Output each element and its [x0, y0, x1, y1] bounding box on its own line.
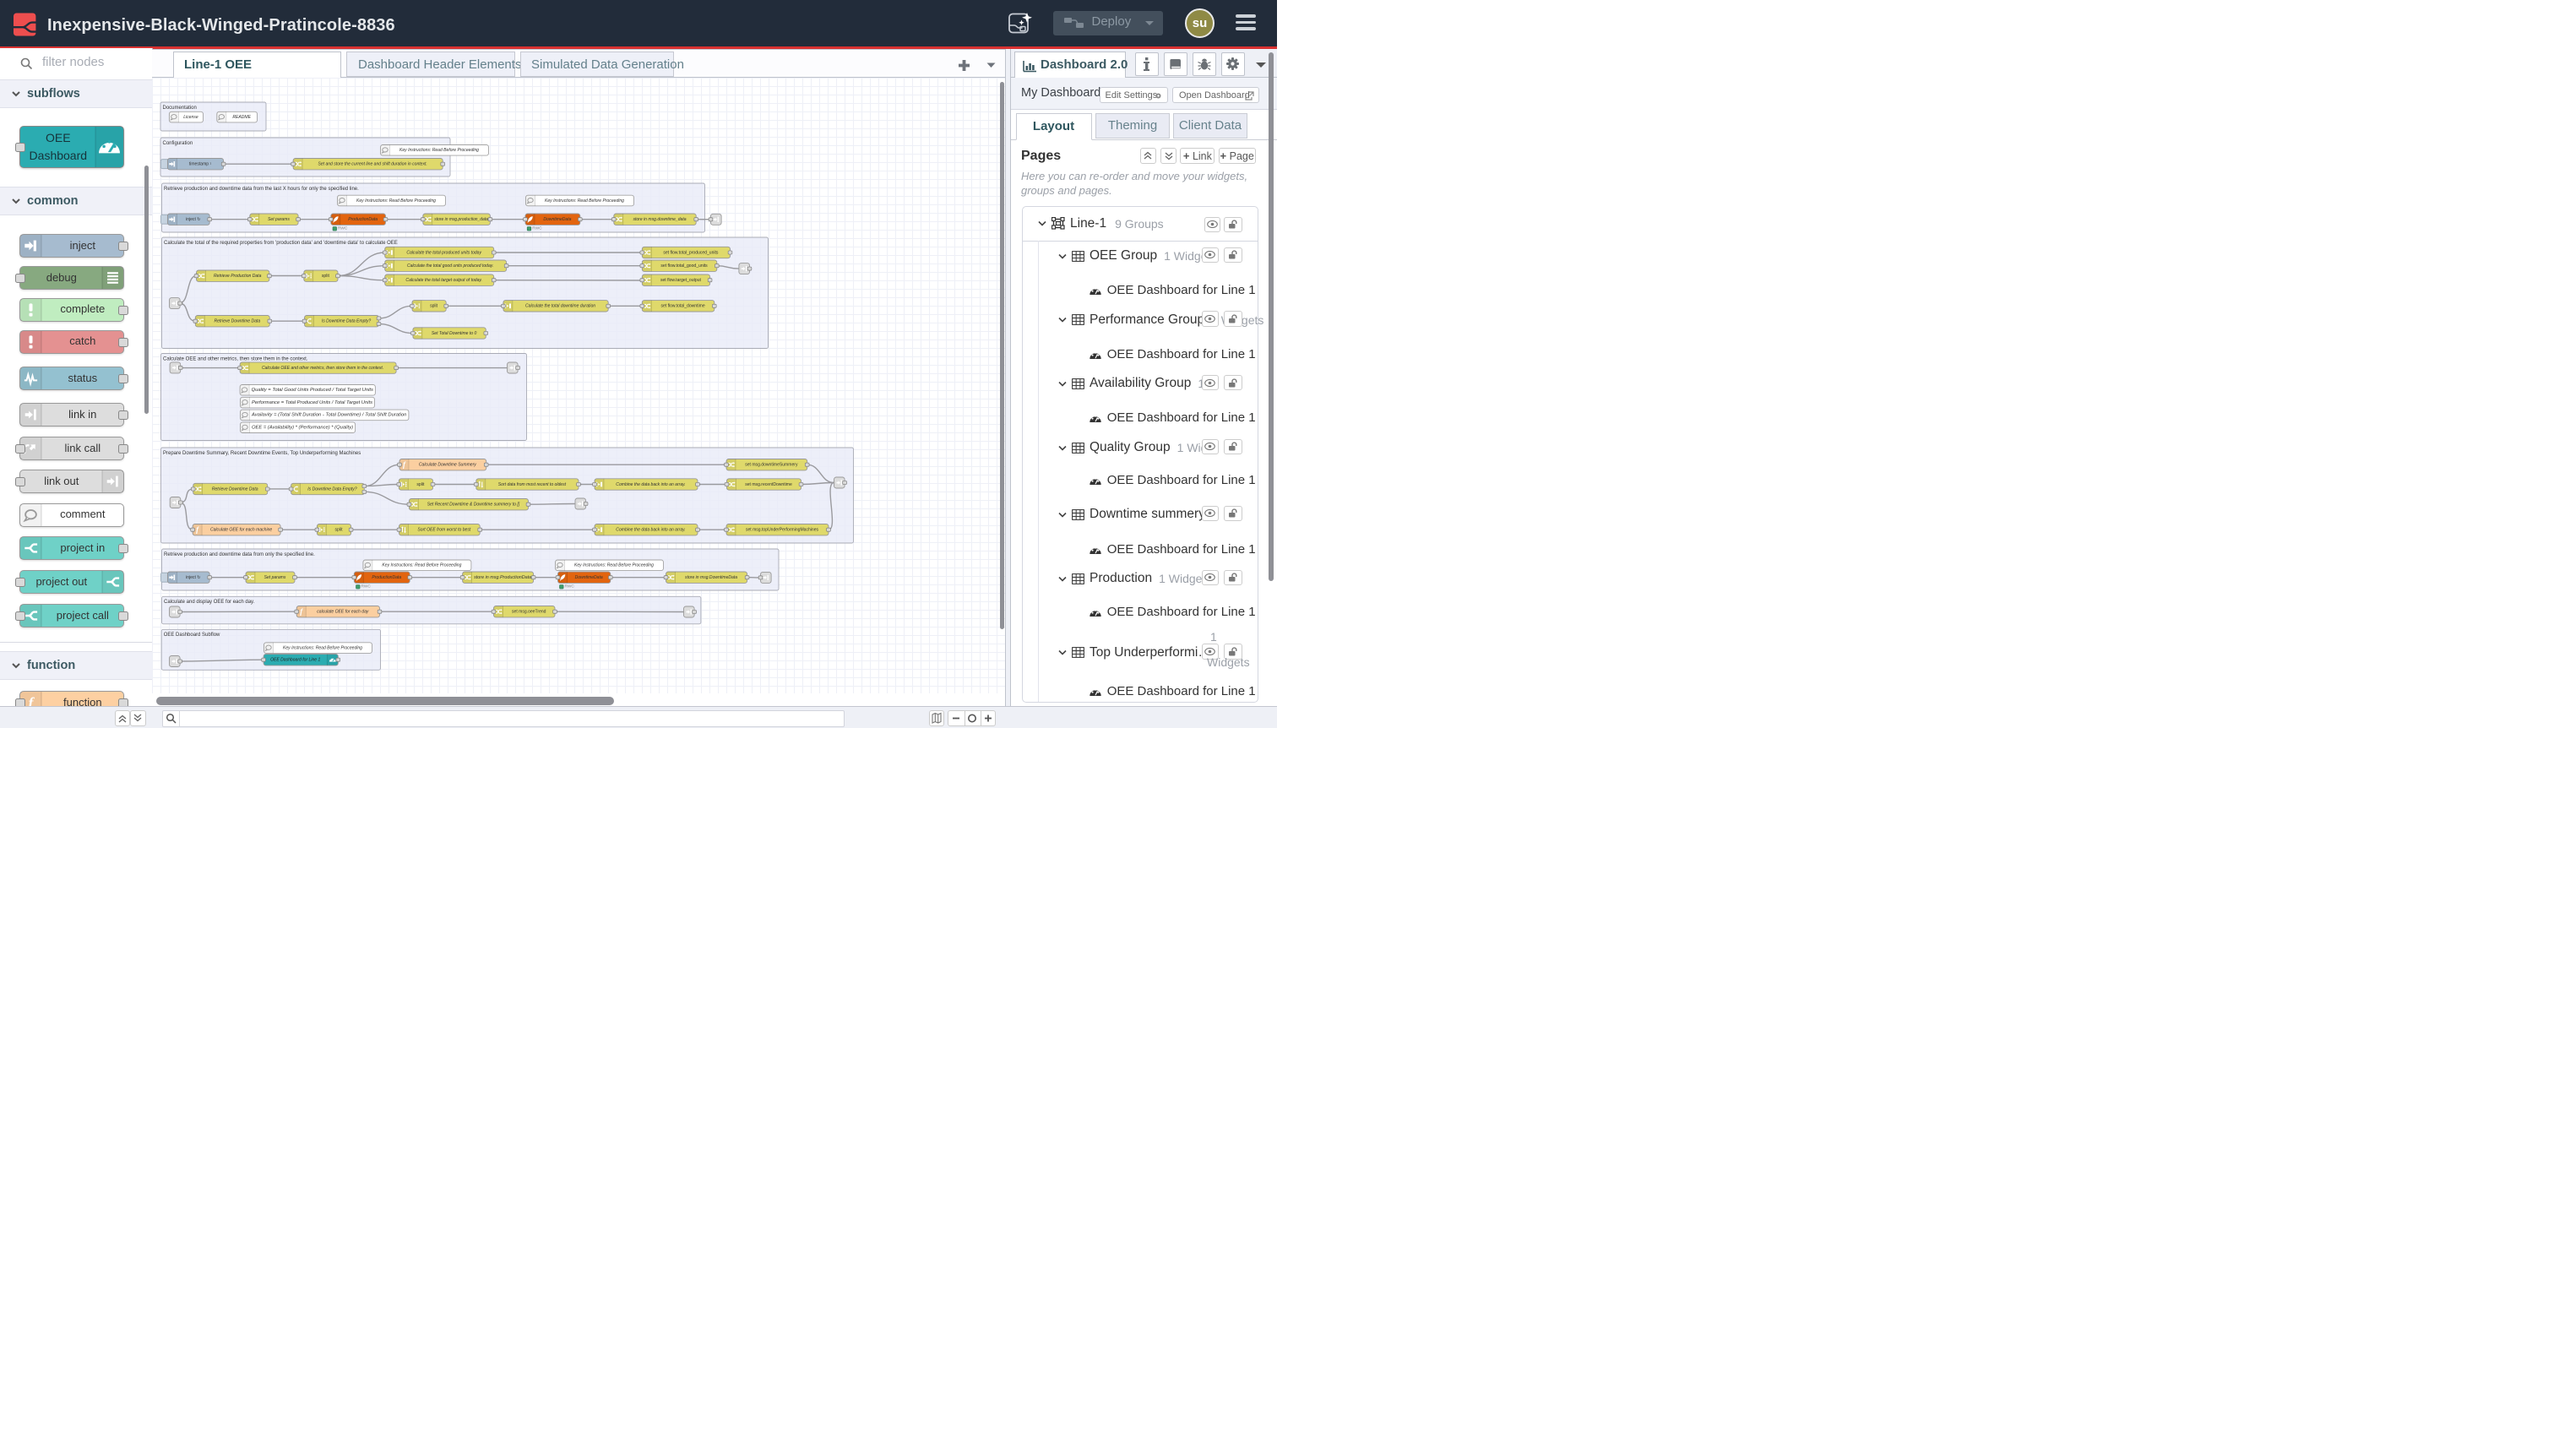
svg-text:Key Instructions: Read Before: Key Instructions: Read Before Proceeding — [545, 198, 624, 204]
svg-text:set flow.target_output: set flow.target_output — [660, 278, 701, 283]
svg-text:Calculate OEE and other metric: Calculate OEE and other metrics, then st… — [163, 356, 308, 361]
svg-text:Sort OEE from worst to best: Sort OEE from worst to best — [417, 528, 470, 533]
svg-text:README: README — [232, 115, 251, 120]
svg-text:Documentation: Documentation — [162, 106, 196, 111]
svg-text:Availavity = (Total Shift Dura: Availavity = (Total Shift Duration - Tot… — [250, 413, 406, 418]
svg-text:Calculate the total of the req: Calculate the total of the required prop… — [164, 241, 398, 246]
svg-text:RWC: RWC — [564, 584, 574, 589]
svg-text:OEE = (Availability) * (Perfor: OEE = (Availability) * (Performance) * (… — [252, 426, 353, 431]
svg-text:Is Downtime Data Empty?: Is Downtime Data Empty? — [307, 486, 357, 492]
svg-text:ProductionData: ProductionData — [372, 575, 401, 580]
svg-text:Key Instructions: Read Before: Key Instructions: Read Before Proceeding — [356, 198, 436, 204]
svg-text:Performance = Total Produced U: Performance = Total Produced Units / Tot… — [252, 400, 373, 405]
svg-text:DowntimeData: DowntimeData — [543, 217, 571, 222]
svg-text:Is Downtime Data Empty?: Is Downtime Data Empty? — [321, 319, 371, 324]
svg-text:split: split — [430, 304, 438, 309]
svg-text:RWC: RWC — [532, 226, 542, 231]
svg-text:Retrieve Production Data: Retrieve Production Data — [214, 274, 262, 279]
svg-text:Set Recent Downtime & Downtime: Set Recent Downtime & Downtime summery t… — [427, 503, 519, 508]
svg-text:Key Instructions: Read Before: Key Instructions: Read Before Proceeding — [382, 563, 461, 568]
svg-text:License: License — [183, 115, 198, 120]
svg-text:Key Instructions: Read Before: Key Instructions: Read Before Proceeding — [283, 645, 362, 650]
svg-text:Key Instructions: Read Before: Key Instructions: Read Before Proceeding — [399, 148, 479, 153]
svg-text:inject ↻: inject ↻ — [186, 217, 200, 222]
svg-text:store in msg.DowntimeData: store in msg.DowntimeData — [685, 575, 737, 580]
svg-text:Key Instructions: Read Before: Key Instructions: Read Before Proceeding — [574, 563, 654, 568]
svg-text:set flow.total_good_units: set flow.total_good_units — [660, 263, 708, 269]
svg-text:RWC: RWC — [361, 584, 371, 589]
svg-text:split: split — [321, 274, 329, 279]
svg-text:Retrieve Downtime Data: Retrieve Downtime Data — [211, 486, 258, 492]
svg-text:set msg.downtimeSummery: set msg.downtimeSummery — [745, 463, 798, 468]
svg-text:Retrieve production and downti: Retrieve production and downtime data fr… — [164, 552, 315, 557]
svg-text:store in msg.downtime_data: store in msg.downtime_data — [633, 217, 686, 222]
svg-text:set msg.recentDowntime: set msg.recentDowntime — [745, 482, 792, 487]
svg-text:Calculate Downtime Summery: Calculate Downtime Summery — [418, 463, 475, 468]
svg-text:ProductionData: ProductionData — [348, 217, 378, 222]
svg-text:Prepare Downtime Summary, Rece: Prepare Downtime Summary, Recent Downtim… — [163, 451, 361, 456]
svg-text:Combine the data back into an: Combine the data back into an array. — [616, 528, 685, 533]
svg-text:Combine the data back into an: Combine the data back into an array. — [616, 482, 685, 487]
svg-text:DowntimeData: DowntimeData — [574, 575, 602, 580]
svg-text:Calculate and display OEE for: Calculate and display OEE for each day. — [164, 600, 255, 605]
svg-text:store in msg.production_data: store in msg.production_data — [434, 217, 488, 222]
svg-text:set msg.oeeTrend: set msg.oeeTrend — [512, 610, 546, 615]
svg-text:Calculate the total target out: Calculate the total target output of tod… — [405, 278, 482, 283]
svg-text:inject ↻: inject ↻ — [186, 575, 200, 580]
svg-text:Retrieve Downtime Data: Retrieve Downtime Data — [214, 319, 260, 324]
svg-text:Set and store the current line: Set and store the current line and shift… — [318, 162, 427, 167]
svg-text:timestamp ¹: timestamp ¹ — [188, 162, 211, 167]
svg-text:RWC: RWC — [338, 226, 348, 231]
svg-text:Sort data from most recent to: Sort data from most recent to oldest — [497, 482, 566, 487]
svg-text:set msg.topUnderPerformingMach: set msg.topUnderPerformingMachines — [745, 528, 818, 533]
svg-text:Configuration: Configuration — [162, 141, 193, 146]
svg-text:Calculate the total downtime d: Calculate the total downtime duration — [525, 304, 595, 309]
svg-text:set flow.total_produced_units: set flow.total_produced_units — [663, 250, 719, 255]
svg-text:Set params: Set params — [268, 217, 290, 222]
svg-text:split: split — [334, 528, 343, 533]
svg-text:Calculate the total produced u: Calculate the total produced units today — [406, 250, 481, 255]
svg-text:Set Total Downtime to 0: Set Total Downtime to 0 — [431, 331, 476, 336]
svg-text:calculate OEE for each day: calculate OEE for each day — [317, 610, 369, 615]
svg-text:store in msg.ProductionData: store in msg.ProductionData — [474, 575, 531, 580]
svg-text:split: split — [416, 482, 425, 487]
svg-text:OEE Dashboard Subflow: OEE Dashboard Subflow — [163, 633, 220, 638]
svg-text:Set params: Set params — [264, 575, 285, 580]
svg-text:OEE Dashboard for Line 1: OEE Dashboard for Line 1 — [270, 658, 320, 663]
svg-text:set flow.total_downtime: set flow.total_downtime — [660, 304, 704, 309]
svg-text:Quality = Total Good Units Pro: Quality = Total Good Units Produced / To… — [251, 388, 373, 393]
svg-text:Retrieve production and downti: Retrieve production and downtime data fr… — [164, 187, 359, 192]
svg-text:Calculate OEE and other metric: Calculate OEE and other metrics, then st… — [261, 366, 383, 371]
svg-text:Calculate the total good units: Calculate the total good units produced … — [406, 263, 492, 269]
svg-text:Calculate OEE for each machine: Calculate OEE for each machine — [209, 528, 271, 533]
